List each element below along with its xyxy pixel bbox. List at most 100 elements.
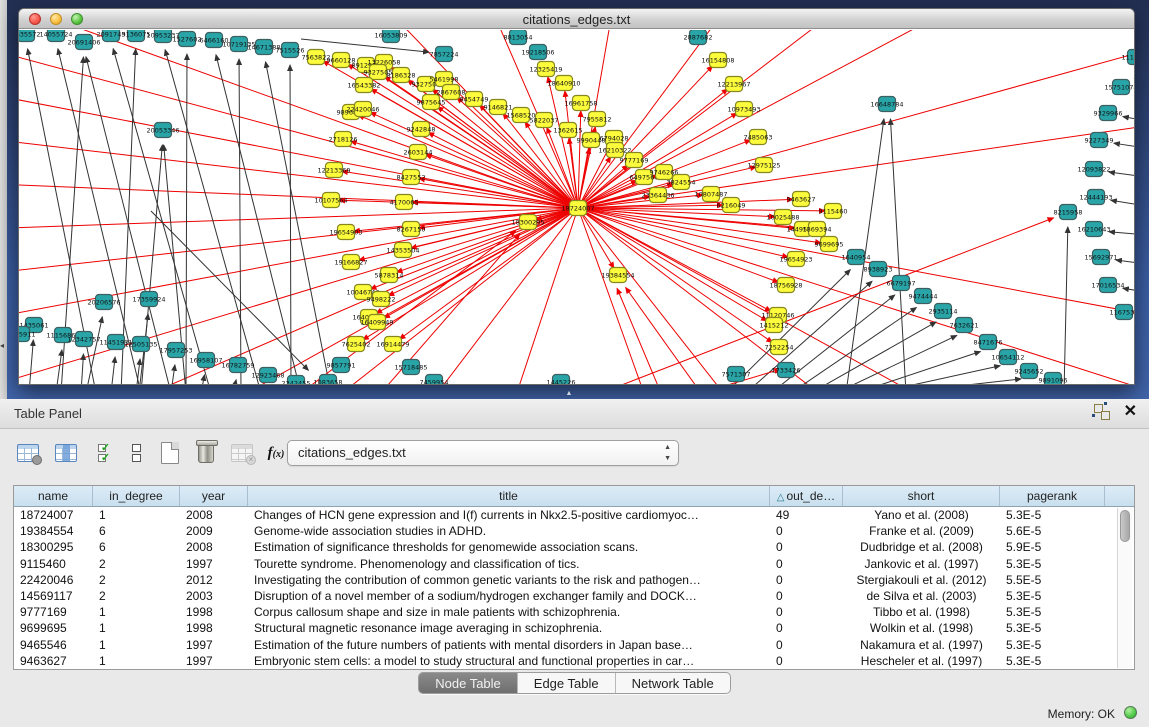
graph-node-teal[interactable]: 1117482 bbox=[1122, 50, 1134, 65]
graph-node-teal[interactable]: 15692971 bbox=[1084, 250, 1117, 265]
graph-node-teal[interactable]: 16958107 bbox=[189, 353, 222, 368]
graph-node-yellow[interactable]: 9699695 bbox=[815, 237, 844, 252]
graph-node-yellow[interactable]: 19166827 bbox=[334, 255, 367, 270]
new-table-icon[interactable] bbox=[156, 439, 184, 467]
graph-node-yellow[interactable]: 7252254 bbox=[765, 340, 794, 355]
graph-node-yellow[interactable]: 7955812 bbox=[583, 112, 612, 127]
graph-node-yellow[interactable]: 5878314 bbox=[375, 268, 404, 283]
select-columns-icon[interactable] bbox=[52, 439, 80, 467]
select-all-columns-icon[interactable]: ✓ ✓ bbox=[90, 439, 118, 467]
graph-node-teal[interactable]: 20206576 bbox=[87, 295, 120, 310]
graph-node-yellow[interactable]: 19654903 bbox=[329, 225, 362, 240]
graph-node-teal[interactable]: 9474444 bbox=[909, 289, 938, 304]
network-graph[interactable]: 1872400716355721405572420691406209174391… bbox=[19, 30, 1134, 384]
column-header-short[interactable]: short bbox=[843, 486, 1000, 506]
graph-node-yellow[interactable]: 18756928 bbox=[769, 278, 802, 293]
column-header-out_de[interactable]: △out_de… bbox=[770, 486, 843, 506]
splitpane-handle[interactable]: ▲ bbox=[563, 390, 575, 398]
panel-collapse-icon[interactable]: ◂ bbox=[0, 341, 4, 350]
graph-node-teal[interactable]: 1167533 bbox=[1110, 305, 1134, 320]
column-header-year[interactable]: year bbox=[180, 486, 248, 506]
table-row[interactable]: 977716911998Corpus callosum shape and si… bbox=[14, 604, 1134, 620]
table-header-row[interactable]: namein_degreeyeartitle△out_de…shortpager… bbox=[14, 486, 1134, 507]
graph-node-teal[interactable]: 6679197 bbox=[887, 276, 916, 291]
close-panel-icon[interactable]: ✕ bbox=[1124, 404, 1137, 420]
table-select-dropdown[interactable]: citations_edges.txt ▲▼ bbox=[287, 440, 679, 466]
graph-node-yellow[interactable]: 19384554 bbox=[601, 268, 634, 283]
node-table[interactable]: namein_degreeyeartitle△out_de…shortpager… bbox=[13, 485, 1135, 670]
graph-node-teal[interactable]: 2342455 bbox=[282, 376, 311, 385]
graph-node-teal[interactable]: 20053346 bbox=[146, 123, 179, 138]
graph-node-teal[interactable]: 10654112 bbox=[991, 350, 1024, 365]
graph-node-teal[interactable]: 7857224 bbox=[430, 47, 459, 62]
graph-node-teal[interactable]: 8813054 bbox=[504, 30, 533, 45]
graph-node-yellow[interactable]: 2718126 bbox=[329, 132, 358, 147]
table-settings-icon[interactable] bbox=[14, 439, 42, 467]
graph-node-yellow[interactable]: 12325419 bbox=[529, 62, 562, 77]
graph-node-yellow[interactable]: 23364436 bbox=[641, 188, 674, 203]
network-canvas[interactable]: 1872400716355721405572420691406209174391… bbox=[19, 30, 1134, 384]
graph-node-teal[interactable]: 8938923 bbox=[864, 262, 893, 277]
graph-node-teal[interactable]: 1445226 bbox=[547, 375, 576, 385]
tab-edge-table[interactable]: Edge Table bbox=[518, 673, 616, 693]
table-row[interactable]: 969969511998Structural magnetic resonanc… bbox=[14, 620, 1134, 636]
graph-node-teal[interactable]: 15751074 bbox=[1104, 80, 1134, 95]
graph-node-yellow[interactable]: 12213369 bbox=[317, 163, 350, 178]
graph-node-teal[interactable]: 12444193 bbox=[1079, 190, 1112, 205]
graph-node-yellow[interactable]: 10025488 bbox=[766, 210, 799, 225]
graph-node-yellow[interactable]: 9463627 bbox=[787, 192, 816, 207]
row-height-icon[interactable] bbox=[122, 439, 150, 467]
tab-node-table[interactable]: Node Table bbox=[419, 673, 518, 693]
table-row[interactable]: 946362711997Embryonic stem cells: a mode… bbox=[14, 653, 1134, 669]
graph-node-teal[interactable]: 16648784 bbox=[870, 97, 903, 112]
graph-node-yellow[interactable]: 16914479 bbox=[376, 337, 409, 352]
graph-node-teal[interactable]: 12923468 bbox=[251, 368, 284, 383]
network-view-window[interactable]: citations_edges.txt 18724007163557214055… bbox=[18, 8, 1135, 385]
graph-node-yellow[interactable]: 10107564 bbox=[314, 193, 347, 208]
column-header-name[interactable]: name bbox=[14, 486, 93, 506]
graph-node-teal[interactable]: 9329966 bbox=[1094, 106, 1123, 121]
graph-node-yellow[interactable]: 8427552 bbox=[397, 170, 426, 185]
graph-node-yellow[interactable]: 7485063 bbox=[744, 130, 773, 145]
graph-node-yellow[interactable]: 7625402 bbox=[342, 337, 371, 352]
graph-node-teal[interactable]: 8215958 bbox=[1054, 205, 1083, 220]
graph-node-teal[interactable]: 12093822 bbox=[1077, 162, 1110, 177]
graph-node-yellow[interactable]: 14353504 bbox=[386, 243, 419, 258]
graph-node-yellow[interactable]: 9115460 bbox=[819, 204, 848, 219]
table-row[interactable]: 946554611997Estimation of the future num… bbox=[14, 637, 1134, 653]
table-row[interactable]: 1938455462009Genome-wide association stu… bbox=[14, 523, 1134, 539]
vertical-scrollbar[interactable] bbox=[1117, 508, 1132, 668]
column-header-title[interactable]: title bbox=[248, 486, 770, 506]
graph-node-yellow[interactable]: 19654923 bbox=[779, 252, 812, 267]
graph-node-teal[interactable]: 8471676 bbox=[974, 335, 1003, 350]
graph-node-yellow[interactable]: 16154808 bbox=[701, 53, 734, 68]
graph-node-yellow[interactable]: 16961758 bbox=[564, 96, 597, 111]
column-header-pagerank[interactable]: pagerank bbox=[1000, 486, 1105, 506]
graph-node-teal[interactable]: 19218506 bbox=[521, 45, 554, 60]
window-titlebar[interactable]: citations_edges.txt bbox=[19, 9, 1134, 29]
graph-node-yellow[interactable]: 4170065 bbox=[390, 195, 419, 210]
graph-node-teal[interactable]: 7632621 bbox=[950, 318, 979, 333]
float-panel-icon[interactable] bbox=[1094, 404, 1110, 420]
table-row[interactable]: 1830029562008Estimation of significance … bbox=[14, 539, 1134, 555]
delete-trash-icon[interactable] bbox=[192, 439, 220, 467]
scrollbar-thumb[interactable] bbox=[1120, 510, 1130, 542]
graph-node-teal[interactable]: 17016534 bbox=[1091, 278, 1124, 293]
graph-node-teal[interactable]: 16053809 bbox=[374, 30, 407, 43]
graph-node-yellow[interactable]: 12213967 bbox=[717, 77, 750, 92]
function-builder-icon[interactable]: f(x) bbox=[262, 439, 290, 467]
memory-status-indicator[interactable] bbox=[1124, 706, 1137, 719]
table-body[interactable]: 1872400712008Changes of HCN gene express… bbox=[14, 507, 1134, 669]
column-header-in_degree[interactable]: in_degree bbox=[93, 486, 180, 506]
graph-node-teal[interactable]: 16782759 bbox=[221, 358, 254, 373]
graph-node-teal[interactable]: 17359924 bbox=[132, 292, 165, 307]
graph-node-teal[interactable]: 1083658 bbox=[314, 375, 343, 385]
graph-node-teal[interactable]: 7459954 bbox=[420, 375, 449, 385]
graph-node-teal[interactable]: 17957253 bbox=[159, 343, 192, 358]
graph-node-teal[interactable]: 1635572 bbox=[19, 30, 40, 42]
graph-node-yellow[interactable]: 18640910 bbox=[547, 76, 580, 91]
graph-node-yellow[interactable]: 1362615 bbox=[554, 123, 583, 138]
graph-node-yellow[interactable]: 10973493 bbox=[727, 102, 760, 117]
table-row[interactable]: 1456911722003Disruption of a novel membe… bbox=[14, 588, 1134, 604]
graph-node-teal[interactable]: 2935114 bbox=[929, 304, 958, 319]
